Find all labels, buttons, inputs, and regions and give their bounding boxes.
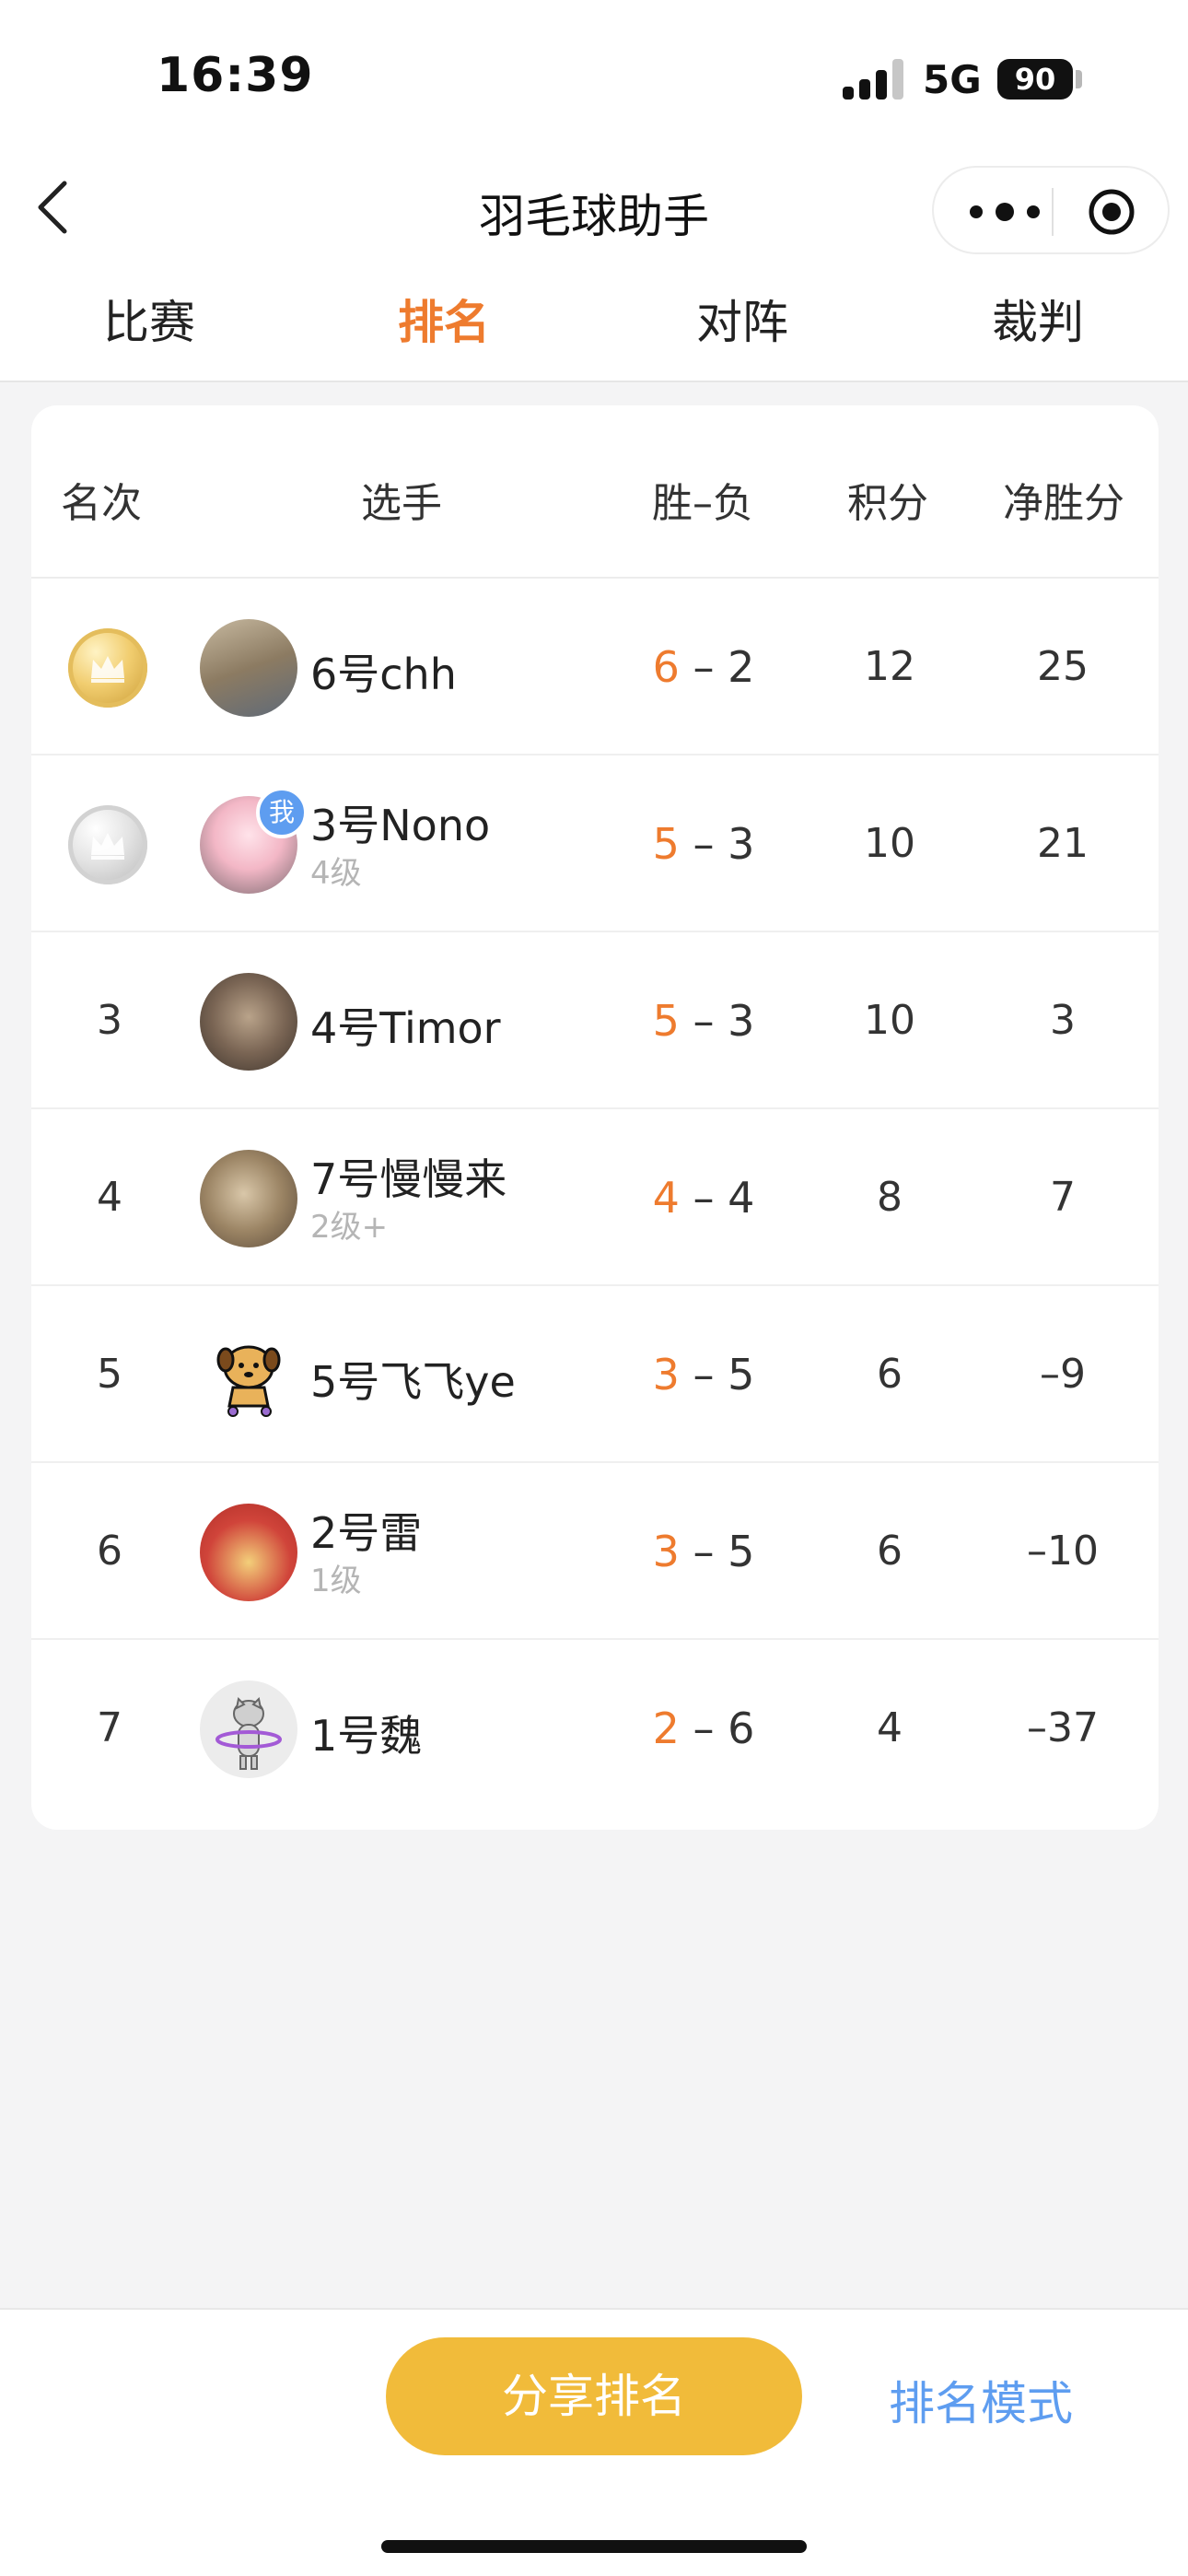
ranking-page: 16:39 5G 90 羽毛球助手 比赛 排名 对阵 裁判 名次 选手 胜–负 … (0, 0, 1188, 2576)
points: 6 (877, 1528, 903, 1575)
player-name: 5号飞飞ye (310, 1357, 516, 1407)
miniapp-capsule (932, 166, 1170, 254)
win-loss: 5 – 3 (652, 996, 755, 1046)
net-points: –9 (1040, 1351, 1086, 1398)
points: 4 (877, 1704, 903, 1751)
net-points: –37 (1027, 1704, 1099, 1751)
network-label: 5G (923, 57, 982, 102)
avatar (200, 1680, 297, 1778)
battery-cap (1076, 70, 1082, 88)
tab-referee[interactable]: 裁判 (937, 286, 1139, 352)
status-time: 16:39 (157, 48, 314, 103)
net-points: 3 (1050, 997, 1076, 1044)
more-icon[interactable] (963, 195, 1046, 228)
win-loss: 5 – 3 (652, 819, 755, 869)
tab-matches[interactable]: 比赛 (48, 286, 250, 352)
header-win-loss: 胜–负 (652, 480, 753, 527)
header-points: 积分 (847, 480, 928, 527)
points: 8 (877, 1174, 903, 1221)
avatar (200, 1504, 297, 1601)
header-rank: 名次 (61, 480, 142, 527)
player-name: 2号雷 (310, 1508, 423, 1558)
avatar (200, 1150, 297, 1247)
gold-medal-icon (68, 628, 147, 708)
table-row[interactable]: 7 1号魏 2 – 6 4 –37 (31, 1640, 1159, 1817)
bottom-bar: 分享排名 排名模式 (0, 2308, 1188, 2576)
table-row[interactable]: 6 2号雷 1级 3 – 5 6 –10 (31, 1463, 1159, 1640)
player-name: 6号chh (310, 650, 457, 699)
avatar (200, 619, 297, 717)
close-miniapp-icon[interactable] (1087, 187, 1136, 237)
table-row[interactable]: 我 3号Nono 4级 5 – 3 10 21 (31, 755, 1159, 932)
win-loss: 3 – 5 (652, 1527, 755, 1576)
win-loss: 4 – 4 (652, 1173, 755, 1223)
avatar (200, 973, 297, 1071)
table-row[interactable]: 6号chh 6 – 2 12 25 (31, 579, 1159, 755)
rank-number: 5 (97, 1351, 122, 1398)
points: 6 (877, 1351, 903, 1398)
net-points: 21 (1037, 820, 1089, 867)
net-points: 7 (1050, 1174, 1076, 1221)
rank-number: 7 (97, 1704, 122, 1751)
win-loss: 3 – 5 (652, 1350, 755, 1399)
player-name: 4号Timor (310, 1003, 501, 1053)
silver-medal-icon (68, 805, 147, 884)
tab-bar: 比赛 排名 对阵 裁判 (0, 286, 1188, 359)
capsule-divider (1052, 188, 1054, 236)
win-loss: 2 – 6 (652, 1704, 755, 1753)
player-name: 1号魏 (310, 1711, 423, 1761)
header-player: 选手 (361, 480, 442, 527)
win-loss: 6 – 2 (652, 642, 755, 692)
points: 10 (864, 820, 915, 867)
table-row[interactable]: 5 5号飞飞ye 3 – 5 6 –9 (31, 1286, 1159, 1463)
net-points: 25 (1037, 643, 1089, 690)
player-level: 2级+ (310, 1209, 389, 1246)
me-badge: 我 (256, 787, 308, 838)
rank-number: 4 (97, 1174, 122, 1221)
cat-hula-hoop-icon (215, 1696, 282, 1770)
player-name: 3号Nono (310, 801, 491, 850)
signal-icon (843, 59, 907, 100)
ranking-table: 名次 选手 胜–负 积分 净胜分 6号chh 6 – 2 12 25 我 3号N… (31, 405, 1159, 1830)
header-net-points: 净胜分 (1003, 480, 1124, 527)
battery-icon: 90 (997, 59, 1073, 100)
rank-number: 6 (97, 1528, 122, 1575)
share-ranking-button[interactable]: 分享排名 (386, 2337, 802, 2455)
points: 12 (864, 643, 915, 690)
table-row[interactable]: 4 7号慢慢来 2级+ 4 – 4 8 7 (31, 1109, 1159, 1286)
ranking-mode-link[interactable]: 排名模式 (866, 2367, 1096, 2433)
rank-number: 3 (97, 997, 122, 1044)
avatar (200, 1327, 297, 1424)
home-indicator[interactable] (381, 2540, 807, 2553)
player-level: 1级 (310, 1563, 362, 1599)
table-row[interactable]: 3 4号Timor 5 – 3 10 3 (31, 932, 1159, 1109)
dog-cartoon-icon (216, 1345, 281, 1417)
header-area: 16:39 5G 90 羽毛球助手 比赛 排名 对阵 裁判 (0, 0, 1188, 382)
player-level: 4级 (310, 855, 362, 892)
player-name: 7号慢慢来 (310, 1154, 507, 1204)
net-points: –10 (1027, 1528, 1099, 1575)
tab-ranking[interactable]: 排名 (343, 286, 545, 352)
points: 10 (864, 997, 915, 1044)
tab-matchups[interactable]: 对阵 (641, 286, 844, 352)
table-header: 名次 选手 胜–负 积分 净胜分 (31, 405, 1159, 579)
